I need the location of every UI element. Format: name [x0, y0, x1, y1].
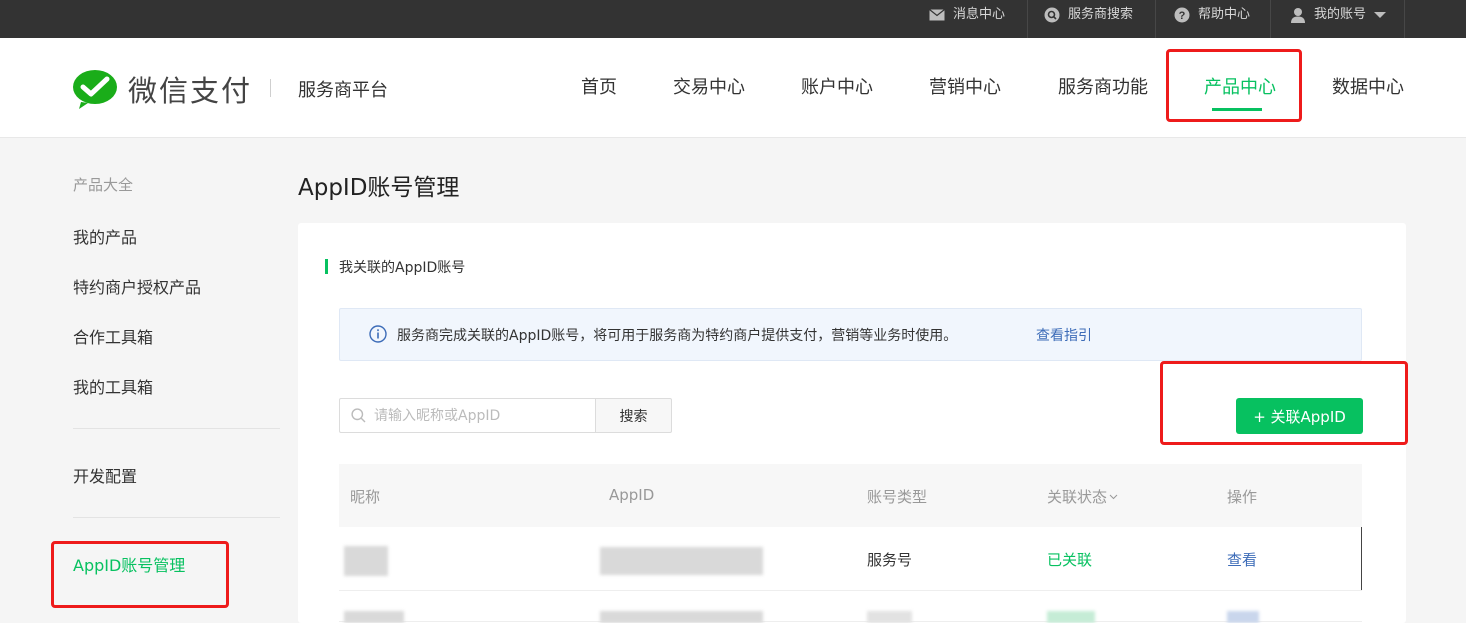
- view-action-link[interactable]: 查看: [1227, 549, 1257, 570]
- table-header: 昵称 AppID 账号类型 关联状态 操作: [339, 464, 1362, 527]
- sidebar-item-dev-config[interactable]: 开发配置: [73, 463, 137, 487]
- table-row: [339, 591, 1362, 623]
- page-title: AppID账号管理: [298, 175, 460, 201]
- sidebar-item-partner-toolbox[interactable]: 合作工具箱: [73, 324, 153, 348]
- row-edge-line: [1361, 527, 1362, 590]
- nav-data[interactable]: 数据中心: [1332, 73, 1404, 99]
- section-title: 我关联的AppID账号: [339, 260, 466, 276]
- top-bar: 消息中心 服务商搜索 ? 帮助中心 我的账号: [0, 0, 1466, 38]
- highlight-products-nav: [1166, 49, 1302, 122]
- help-icon: ?: [1174, 7, 1190, 23]
- search-input-icon: [351, 408, 366, 423]
- table-row: 服务号 已关联 查看: [339, 527, 1362, 591]
- column-link-status[interactable]: 关联状态: [1047, 486, 1118, 507]
- sidebar-divider: [73, 428, 280, 429]
- column-account-type: 账号类型: [867, 488, 928, 506]
- section-accent-bar: [325, 259, 328, 274]
- chevron-down-icon: [1109, 494, 1118, 499]
- search-input[interactable]: [339, 398, 595, 433]
- nav-transactions[interactable]: 交易中心: [673, 73, 745, 99]
- my-account-label: 我的账号: [1314, 7, 1367, 22]
- wechat-pay-logo-icon: [73, 70, 117, 109]
- provider-search-link[interactable]: 服务商搜索: [1044, 0, 1133, 30]
- platform-name: 服务商平台: [298, 80, 388, 101]
- highlight-appid-sidebar: [51, 541, 229, 608]
- partial-account-type: [867, 611, 912, 623]
- help-center-link[interactable]: ? 帮助中心: [1174, 0, 1250, 30]
- topbar-divider: [1155, 0, 1156, 38]
- logo-text: 微信支付: [128, 74, 253, 108]
- nav-account[interactable]: 账户中心: [801, 73, 873, 99]
- highlight-add-appid: [1160, 361, 1408, 445]
- user-icon: [1291, 8, 1305, 23]
- brand-divider: [270, 79, 271, 97]
- nav-provider-functions[interactable]: 服务商功能: [1058, 73, 1148, 99]
- search-button[interactable]: 搜索: [595, 398, 672, 433]
- column-link-status-label: 关联状态: [1047, 488, 1108, 506]
- mail-icon: [929, 9, 945, 21]
- partial-link-status: [1047, 611, 1095, 623]
- sidebar-group-title: 产品大全: [73, 176, 134, 194]
- redacted-appid: [600, 611, 763, 623]
- topbar-divider: [1404, 0, 1405, 38]
- topbar-divider: [1027, 0, 1028, 38]
- column-nickname: 昵称: [350, 488, 381, 506]
- provider-search-label: 服务商搜索: [1068, 7, 1134, 22]
- nav-marketing[interactable]: 营销中心: [929, 73, 1001, 99]
- help-center-label: 帮助中心: [1198, 7, 1251, 22]
- account-type-cell: 服务号: [867, 551, 913, 569]
- message-center-label: 消息中心: [953, 7, 1006, 22]
- view-guide-link[interactable]: 查看指引: [1036, 325, 1092, 345]
- info-notice: 服务商完成关联的AppID账号，将可用于服务商为特约商户提供支付，营销等业务时使…: [339, 308, 1362, 361]
- redacted-appid: [600, 547, 763, 575]
- svg-text:?: ?: [1179, 10, 1186, 22]
- partial-view-action: [1227, 611, 1259, 623]
- topbar-divider: [1270, 0, 1271, 38]
- sidebar-item-my-products[interactable]: 我的产品: [73, 224, 137, 248]
- sidebar-item-authorized-products[interactable]: 特约商户授权产品: [73, 274, 201, 298]
- wechat-pay-logo[interactable]: 微信支付: [72, 68, 252, 110]
- column-appid: AppID: [609, 486, 655, 504]
- search-icon: [1044, 7, 1060, 23]
- caret-down-icon: [1374, 12, 1387, 18]
- nav-home[interactable]: 首页: [581, 73, 617, 99]
- sidebar-divider: [73, 517, 280, 518]
- notice-text: 服务商完成关联的AppID账号，将可用于服务商为特约商户提供支付，营销等业务时使…: [397, 328, 958, 344]
- message-center-link[interactable]: 消息中心: [929, 0, 1005, 30]
- redacted-nickname: [344, 546, 388, 576]
- my-account-menu[interactable]: 我的账号: [1290, 0, 1387, 30]
- redacted-nickname: [344, 611, 404, 623]
- link-status-cell: 已关联: [1047, 551, 1093, 569]
- info-icon: [369, 325, 387, 343]
- column-actions: 操作: [1227, 488, 1258, 506]
- sidebar-item-my-toolbox[interactable]: 我的工具箱: [73, 374, 153, 398]
